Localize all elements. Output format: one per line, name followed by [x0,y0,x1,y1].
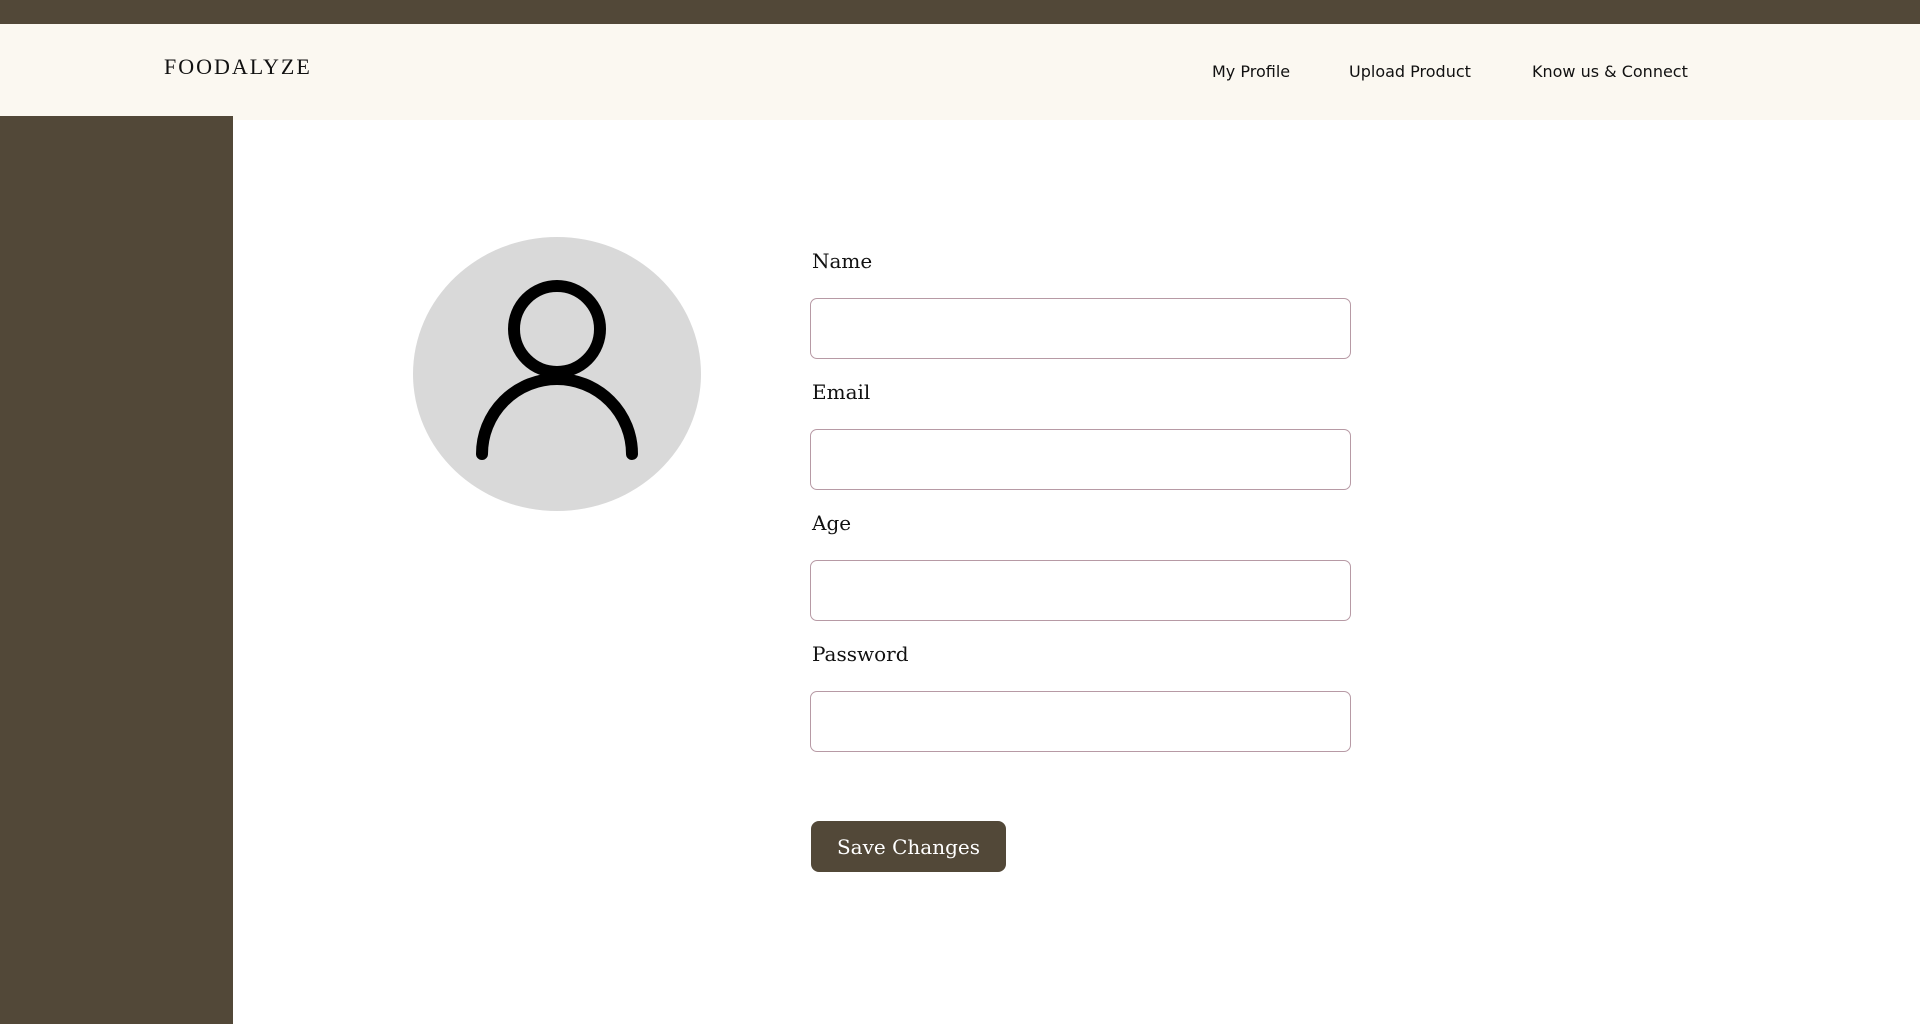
nav-my-profile[interactable]: My Profile [1212,62,1290,81]
age-label: Age [812,511,852,535]
brand-logo[interactable]: FOODALYZE [164,54,312,80]
profile-avatar[interactable] [413,237,701,511]
password-label: Password [812,642,909,666]
email-label: Email [812,380,871,404]
save-changes-button[interactable]: Save Changes [811,821,1006,872]
name-label: Name [812,249,873,273]
email-input[interactable] [810,429,1351,490]
nav-know-us-connect[interactable]: Know us & Connect [1532,62,1688,81]
name-input[interactable] [810,298,1351,359]
password-input[interactable] [810,691,1351,752]
sidebar-panel [0,116,233,1024]
site-header: FOODALYZE My Profile Upload Product Know… [0,24,1920,120]
age-input[interactable] [810,560,1351,621]
user-icon [476,280,638,460]
top-accent-bar [0,0,1920,24]
nav-upload-product[interactable]: Upload Product [1349,62,1471,81]
